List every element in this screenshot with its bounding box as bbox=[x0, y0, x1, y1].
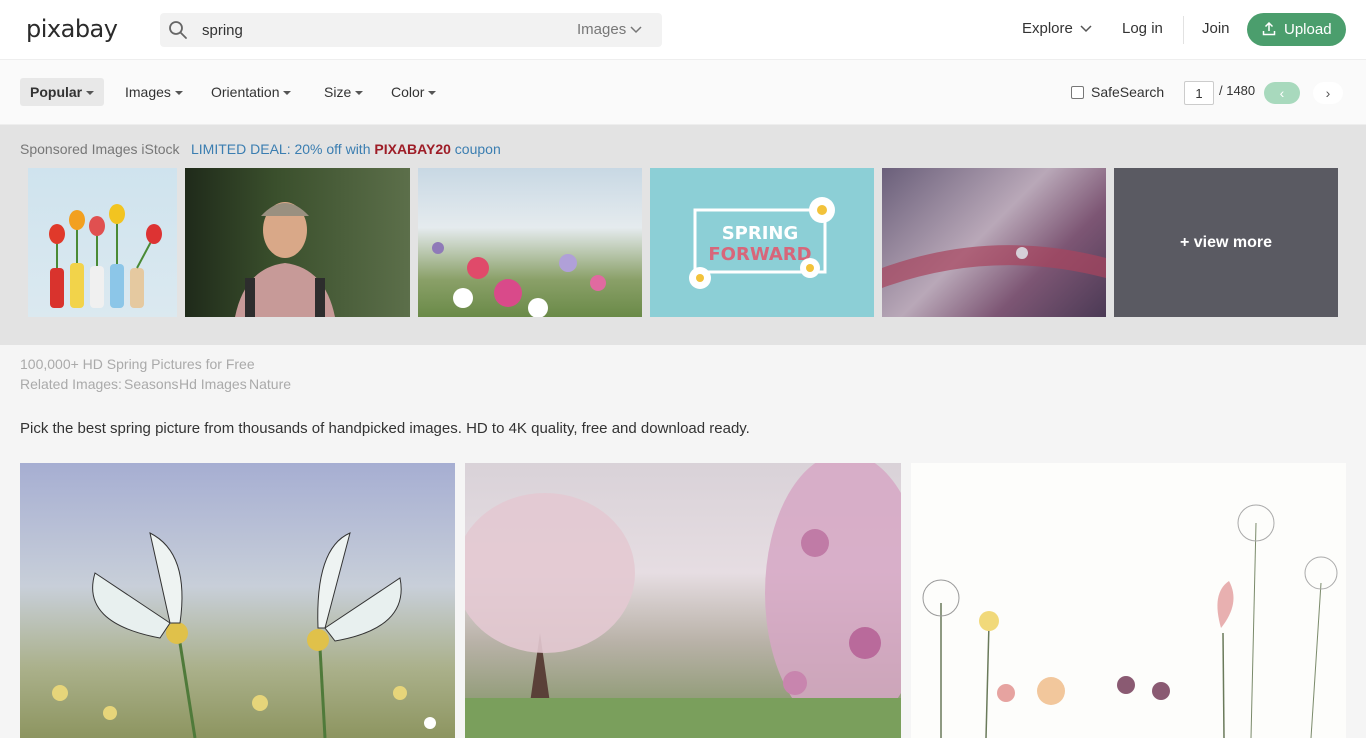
filter-color[interactable]: Color bbox=[381, 78, 446, 106]
sponsored-thumbnail[interactable] bbox=[28, 168, 177, 317]
results-description: Pick the best spring picture from thousa… bbox=[20, 420, 750, 437]
sponsored-thumbnail[interactable] bbox=[418, 168, 642, 317]
safesearch-checkbox[interactable] bbox=[1071, 86, 1084, 99]
deal-suffix: coupon bbox=[450, 141, 501, 157]
join-link[interactable]: Join bbox=[1202, 20, 1230, 37]
page-number-input[interactable] bbox=[1184, 81, 1214, 105]
petal-waterdrop-image bbox=[882, 245, 1106, 288]
chevron-down-icon[interactable] bbox=[1080, 24, 1092, 34]
sponsored-label: Sponsored Images iStock bbox=[20, 141, 180, 157]
related-tag[interactable]: Nature bbox=[249, 376, 291, 392]
filter-size-label: Size bbox=[324, 84, 352, 100]
wildflower-meadow-image bbox=[432, 242, 606, 317]
view-more-button[interactable]: + view more bbox=[1114, 168, 1338, 317]
related-images-label: Related Images: bbox=[20, 376, 122, 392]
upload-icon bbox=[1262, 22, 1276, 36]
prev-page-button[interactable]: ‹ bbox=[1264, 82, 1300, 104]
search-bar[interactable]: Images bbox=[160, 13, 662, 47]
sponsored-thumbnail[interactable] bbox=[185, 168, 410, 317]
nav-divider bbox=[1183, 16, 1184, 44]
caret-down-icon bbox=[174, 91, 183, 96]
hiker-woman-image bbox=[235, 202, 335, 317]
filter-images-label: Images bbox=[125, 84, 171, 100]
deal-prefix: LIMITED DEAL: 20% off with bbox=[191, 141, 375, 157]
deal-code: PIXABAY20 bbox=[374, 141, 451, 157]
filter-popular[interactable]: Popular bbox=[20, 78, 105, 106]
caret-down-icon bbox=[355, 91, 364, 96]
related-tag[interactable]: Seasons bbox=[124, 376, 178, 392]
deal-link[interactable]: LIMITED DEAL: 20% off with PIXABAY20 cou… bbox=[191, 141, 501, 157]
filter-images[interactable]: Images bbox=[115, 78, 193, 106]
sponsored-thumbnail[interactable]: SPRING FORWARD bbox=[650, 168, 874, 317]
sponsored-section: Sponsored Images iStock LIMITED DEAL: 20… bbox=[0, 125, 1366, 345]
sponsored-thumbnail[interactable] bbox=[882, 168, 1106, 317]
top-header: pixabay Images Explore Log in Join Uploa… bbox=[0, 0, 1366, 60]
pixabay-logo[interactable]: pixabay bbox=[26, 15, 118, 43]
explore-menu[interactable]: Explore bbox=[1022, 20, 1073, 37]
results-title: 100,000+ HD Spring Pictures for Free bbox=[20, 356, 255, 372]
result-image[interactable] bbox=[911, 463, 1346, 738]
result-image[interactable] bbox=[20, 463, 455, 738]
filter-size[interactable]: Size bbox=[314, 78, 373, 106]
result-image[interactable] bbox=[465, 463, 901, 738]
login-link[interactable]: Log in bbox=[1122, 20, 1163, 37]
upload-label: Upload bbox=[1284, 21, 1332, 38]
spring-text: SPRING bbox=[722, 223, 799, 244]
search-input[interactable] bbox=[202, 20, 562, 40]
filter-orientation-label: Orientation bbox=[211, 84, 280, 100]
forward-text: FORWARD bbox=[708, 244, 811, 265]
butterflies-image bbox=[52, 532, 436, 738]
filter-color-label: Color bbox=[391, 84, 425, 100]
spring-forward-image: SPRING FORWARD bbox=[689, 197, 835, 289]
related-tag[interactable]: Hd Images bbox=[179, 376, 247, 392]
caret-down-icon bbox=[283, 91, 292, 96]
search-type-select[interactable]: Images bbox=[577, 21, 626, 38]
next-page-button[interactable]: › bbox=[1313, 82, 1343, 104]
safesearch-label[interactable]: SafeSearch bbox=[1091, 84, 1164, 100]
wildflower-illustration-image bbox=[922, 504, 1338, 738]
tulip-crafts-image bbox=[49, 204, 162, 308]
caret-down-icon bbox=[86, 91, 95, 96]
caret-down-icon bbox=[428, 91, 437, 96]
upload-button[interactable]: Upload bbox=[1247, 13, 1346, 46]
cherry-blossom-image bbox=[465, 463, 901, 738]
filter-popular-label: Popular bbox=[30, 84, 83, 100]
search-icon[interactable] bbox=[168, 20, 188, 40]
filter-orientation[interactable]: Orientation bbox=[201, 78, 301, 106]
chevron-down-icon[interactable] bbox=[630, 24, 642, 36]
page-total: / 1480 bbox=[1219, 83, 1256, 98]
filter-bar: Popular Images Orientation Size Color Sa… bbox=[0, 60, 1366, 125]
